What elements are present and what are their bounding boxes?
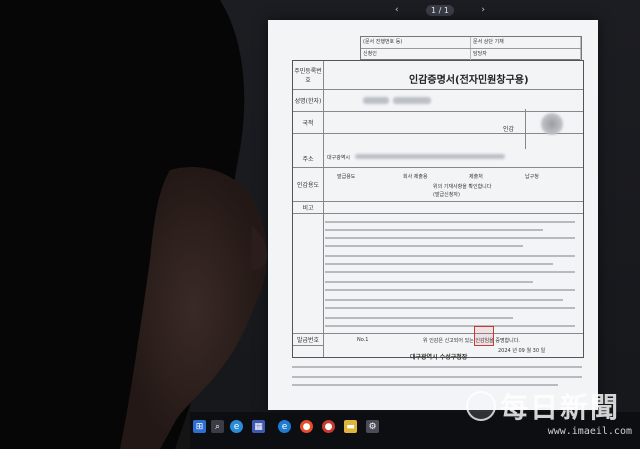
redacted-hanja bbox=[393, 97, 431, 104]
prev-page-button[interactable]: ‹ bbox=[395, 5, 399, 15]
row-divider bbox=[293, 333, 583, 334]
notice-line bbox=[325, 325, 575, 327]
seal-label: 인감 bbox=[503, 126, 515, 133]
issue-number: No.1 bbox=[357, 337, 369, 343]
row-divider bbox=[293, 167, 583, 168]
official-stamp bbox=[474, 326, 494, 346]
header-cell: 담당자 bbox=[471, 49, 581, 60]
row-divider bbox=[293, 201, 583, 202]
chrome-icon[interactable]: ● bbox=[300, 420, 313, 433]
usage-applicant: (발급신청자) bbox=[433, 192, 460, 198]
footer-line bbox=[292, 366, 582, 368]
document-title: 인감증명서(전자민원창구용) bbox=[409, 75, 529, 86]
usage-header: 발급용도 bbox=[337, 174, 356, 180]
recipient-header: 제출처 bbox=[469, 174, 483, 180]
certificate-form: 인감증명서(전자민원창구용) 주민등록번호 성명(한자) 국적 인감 주소 대구… bbox=[292, 60, 584, 358]
issue-date: 2024 년 09 월 30 일 bbox=[498, 348, 546, 354]
notice-line bbox=[325, 271, 575, 273]
address-prefix: 대구광역시 bbox=[327, 155, 351, 161]
notice-line bbox=[325, 255, 575, 257]
header-cell: 문서 상단 기재 bbox=[471, 37, 581, 48]
redacted-address bbox=[355, 154, 505, 159]
watermark-url: www.imaeil.com bbox=[547, 426, 632, 437]
header-cell: (문서 진행번호 등) bbox=[361, 37, 471, 48]
news-logo: 每日新聞 bbox=[466, 386, 636, 426]
page-indicator: 1 / 1 bbox=[426, 4, 454, 16]
notice-line bbox=[325, 317, 513, 319]
notice-line bbox=[325, 221, 575, 223]
page-navigation: ‹ 1 / 1 › bbox=[395, 2, 485, 18]
usage-value: 회사 제출용 bbox=[403, 174, 428, 180]
settings-icon[interactable]: ⚙ bbox=[366, 420, 379, 433]
notice-line bbox=[325, 263, 553, 265]
footer-line bbox=[292, 376, 582, 378]
person-silhouette bbox=[0, 0, 268, 449]
notice-line bbox=[325, 229, 543, 231]
record-icon[interactable]: ● bbox=[322, 420, 335, 433]
column-divider bbox=[323, 61, 324, 357]
seal-impression bbox=[541, 113, 563, 135]
notice-line bbox=[325, 289, 575, 291]
usage-note: 위의 기재사항을 확인합니다 bbox=[433, 184, 492, 190]
next-page-button[interactable]: › bbox=[481, 5, 485, 15]
notice-line bbox=[325, 245, 523, 247]
seal-certificate-document: (문서 진행번호 등) 문서 상단 기재 신청인 담당자 인감증명서(전자민원창… bbox=[268, 20, 598, 410]
header-cell: 신청인 bbox=[361, 49, 471, 60]
row-divider bbox=[293, 89, 583, 90]
logo-text: 每日新聞 bbox=[500, 391, 621, 424]
notice-line bbox=[325, 299, 563, 301]
notice-line bbox=[325, 281, 533, 283]
logo-mark-icon bbox=[466, 391, 496, 421]
row-divider bbox=[293, 213, 583, 214]
recipient-value: 납구청 bbox=[525, 174, 539, 180]
redacted-name bbox=[363, 97, 389, 104]
notice-line bbox=[325, 307, 575, 309]
issuer-name: 대구광역시 수성구청장 bbox=[410, 354, 468, 361]
notice-line bbox=[325, 237, 575, 239]
certify-text: 위 인감은 신고되어 있는 인감임을 증명합니다. bbox=[423, 338, 520, 344]
folder-icon[interactable]: ▬ bbox=[344, 420, 357, 433]
document-header-table: (문서 진행번호 등) 문서 상단 기재 신청인 담당자 bbox=[360, 36, 582, 61]
